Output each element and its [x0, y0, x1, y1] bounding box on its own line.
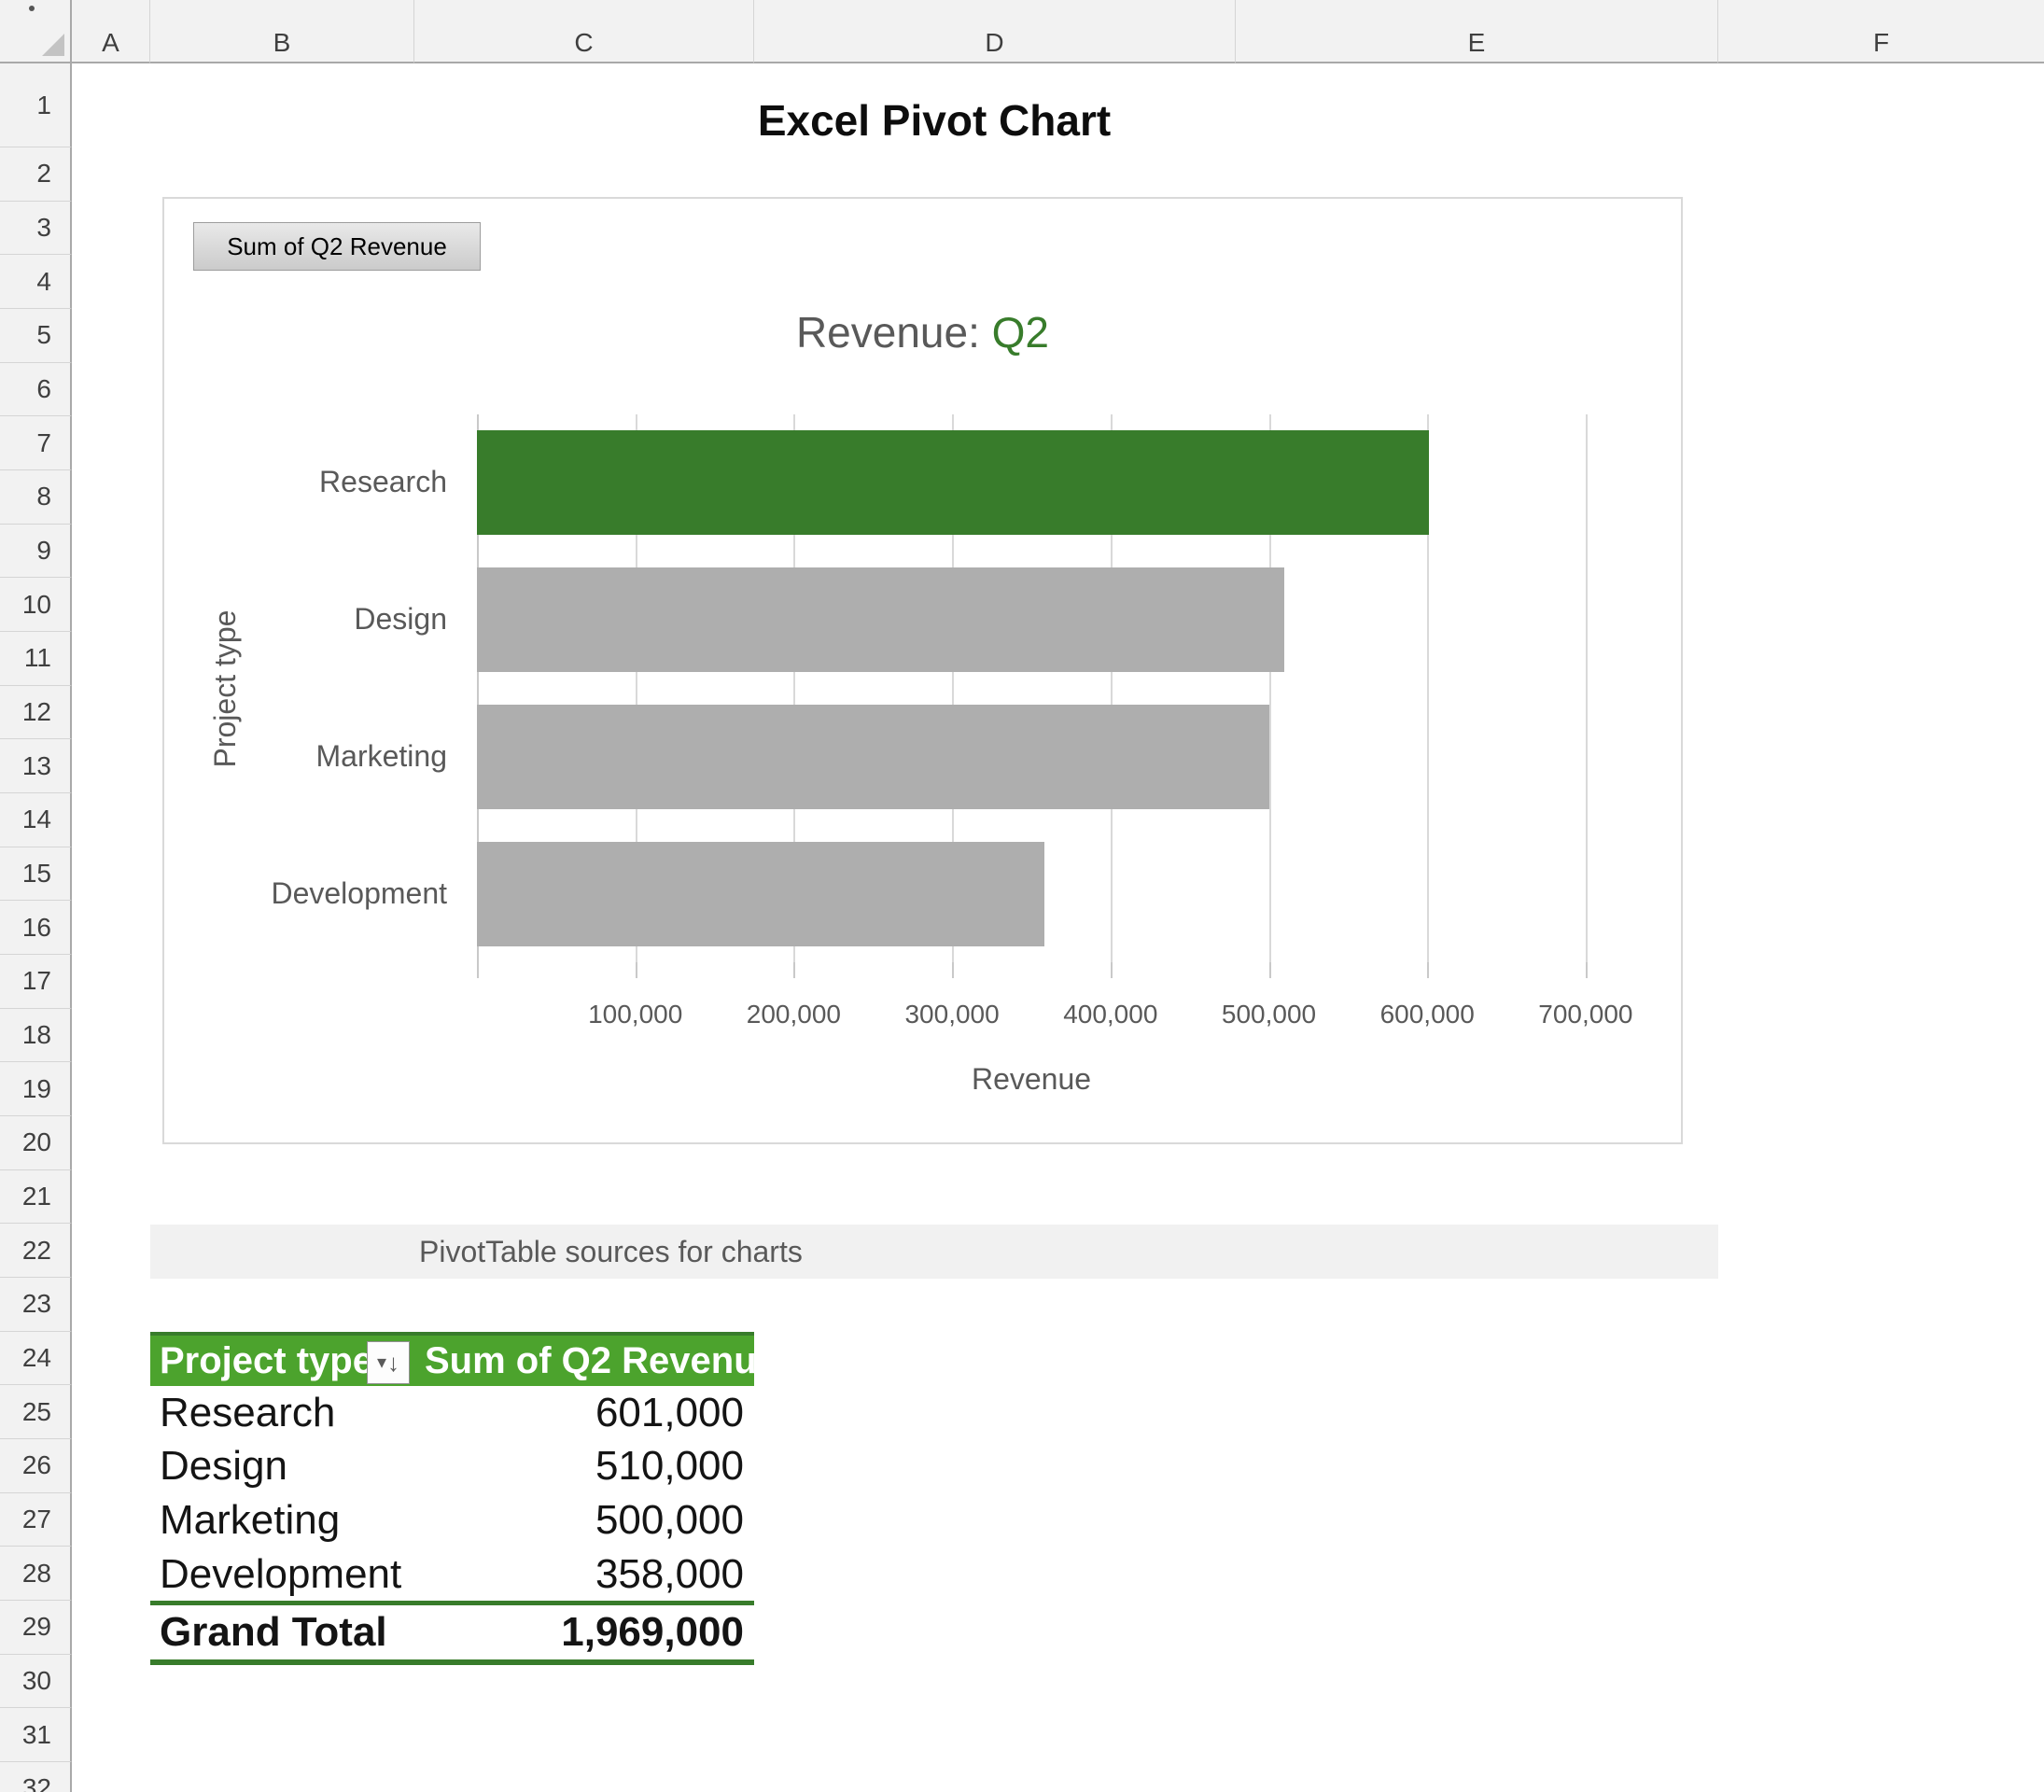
row-header-10[interactable]: 10 — [0, 578, 72, 633]
row-headers: 1 2 3 4 5 6 7 8 9 10 11 12 13 14 15 16 17 18 19 20 21 22 23 24 2… — [0, 63, 72, 1792]
axis-tick — [1110, 962, 1113, 978]
gridline-700000 — [1585, 414, 1588, 962]
pivot-table: Project type ▾ ↓ Sum of Q2 Revenue Resea… — [150, 1332, 777, 1665]
dropdown-icon: ▾ — [376, 1352, 387, 1373]
axis-tick — [1427, 962, 1430, 978]
row-header-19[interactable]: 19 — [0, 1062, 72, 1117]
category-label-research: Research — [319, 465, 447, 499]
axis-tick — [477, 962, 479, 978]
pivot-row-design[interactable]: Design 510,000 — [150, 1440, 754, 1494]
column-header-A[interactable]: A — [72, 0, 150, 63]
x-tick-label: 400,000 — [1063, 1000, 1158, 1029]
axis-tick — [1585, 962, 1588, 978]
pivot-row-value[interactable]: 358,000 — [414, 1551, 754, 1598]
pivot-row-label[interactable]: Development — [150, 1551, 414, 1598]
x-tick-label: 700,000 — [1538, 1000, 1633, 1029]
row-header-17[interactable]: 17 — [0, 955, 72, 1009]
select-all-corner[interactable] — [0, 0, 72, 63]
sort-descending-icon: ↓ — [387, 1349, 400, 1377]
x-tick-label: 600,000 — [1379, 1000, 1475, 1029]
row-header-12[interactable]: 12 — [0, 685, 72, 740]
sheet-title-cell[interactable]: Excel Pivot Chart — [150, 95, 1718, 151]
row-header-26[interactable]: 26 — [0, 1439, 72, 1493]
sort-descending-button[interactable]: ▾ ↓ — [367, 1341, 410, 1384]
row-header-13[interactable]: 13 — [0, 739, 72, 794]
row-header-18[interactable]: 18 — [0, 1008, 72, 1063]
column-header-F[interactable]: F — [1718, 0, 2044, 63]
stray-dot — [29, 6, 35, 11]
row-header-14[interactable]: 14 — [0, 793, 72, 847]
row-header-24[interactable]: 24 — [0, 1331, 72, 1386]
column-header-C[interactable]: C — [414, 0, 754, 63]
row-header-15[interactable]: 15 — [0, 847, 72, 902]
row-header-25[interactable]: 25 — [0, 1385, 72, 1440]
category-label-development: Development — [271, 875, 447, 910]
grand-total-value[interactable]: 1,969,000 — [414, 1609, 754, 1656]
plot-area[interactable]: 100,000 200,000 300,000 400,000 500,000 600,0… — [164, 199, 1681, 1142]
axis-tick — [1268, 962, 1271, 978]
pivot-row-marketing[interactable]: Marketing 500,000 — [150, 1493, 754, 1547]
row-header-27[interactable]: 27 — [0, 1492, 72, 1547]
row-header-9[interactable]: 9 — [0, 524, 72, 579]
bar-marketing[interactable] — [477, 704, 1269, 809]
column-header-E[interactable]: E — [1236, 0, 1718, 63]
pivot-header-project-type[interactable]: Project type — [150, 1340, 373, 1382]
row-header-8[interactable]: 8 — [0, 470, 72, 525]
pivot-sources-banner[interactable]: PivotTable sources for charts — [150, 1225, 1718, 1279]
bar-development[interactable] — [477, 841, 1044, 946]
x-tick-label: 300,000 — [904, 1000, 1000, 1029]
column-headers: ABCDEF — [0, 0, 2044, 63]
pivot-row-label[interactable]: Marketing — [150, 1497, 414, 1544]
spreadsheet: ABCDEF 1 2 3 4 5 6 7 8 9 10 11 12 13 14 15 16 17 18 19 20 21… — [0, 0, 2044, 1792]
x-tick-label: 500,000 — [1221, 1000, 1317, 1029]
row-header-7[interactable]: 7 — [0, 416, 72, 470]
select-all-triangle-icon — [42, 34, 64, 56]
bar-design[interactable] — [477, 567, 1285, 673]
row-header-31[interactable]: 31 — [0, 1708, 72, 1763]
axis-tick — [635, 962, 637, 978]
row-header-5[interactable]: 5 — [0, 309, 72, 363]
row-header-30[interactable]: 30 — [0, 1654, 72, 1709]
row-header-2[interactable]: 2 — [0, 147, 72, 202]
pivot-row-value[interactable]: 601,000 — [414, 1390, 754, 1436]
pivot-header-row: Project type ▾ ↓ Sum of Q2 Revenue — [150, 1332, 777, 1386]
row-header-16[interactable]: 16 — [0, 901, 72, 956]
row-header-11[interactable]: 11 — [0, 632, 72, 686]
row-header-21[interactable]: 21 — [0, 1169, 72, 1225]
axis-tick — [952, 962, 955, 978]
x-tick-label: 200,000 — [746, 1000, 841, 1029]
pivot-row-label[interactable]: Design — [150, 1443, 414, 1490]
row-header-3[interactable]: 3 — [0, 201, 72, 256]
row-header-6[interactable]: 6 — [0, 362, 72, 417]
row-header-20[interactable]: 20 — [0, 1116, 72, 1170]
row-header-4[interactable]: 4 — [0, 255, 72, 309]
row-header-28[interactable]: 28 — [0, 1547, 72, 1602]
row-header-23[interactable]: 23 — [0, 1278, 72, 1332]
pivot-row-development[interactable]: Development 358,000 — [150, 1547, 754, 1602]
row-header-22[interactable]: 22 — [0, 1224, 72, 1279]
pivot-chart[interactable]: Sum of Q2 Revenue Revenue: Q2 100,000 200… — [162, 197, 1683, 1144]
pivot-grand-total-row[interactable]: Grand Total 1,969,000 — [150, 1601, 754, 1665]
axis-tick — [793, 962, 796, 978]
pivot-row-label[interactable]: Research — [150, 1390, 414, 1436]
bar-research[interactable] — [477, 430, 1429, 536]
y-axis-title: Project type — [208, 609, 242, 768]
x-tick-label: 100,000 — [588, 1000, 683, 1029]
x-axis-title: Revenue — [971, 1062, 1092, 1096]
pivot-row-value[interactable]: 500,000 — [414, 1497, 754, 1544]
grand-total-label[interactable]: Grand Total — [150, 1609, 414, 1656]
row-header-1[interactable]: 1 — [0, 63, 72, 147]
pivot-row-value[interactable]: 510,000 — [414, 1443, 754, 1490]
pivot-header-sum-q2-revenue[interactable]: Sum of Q2 Revenue — [425, 1340, 777, 1382]
column-header-B[interactable]: B — [150, 0, 414, 63]
row-header-32[interactable]: 32 — [0, 1762, 72, 1792]
pivot-row-research[interactable]: Research 601,000 — [150, 1386, 754, 1440]
row-header-29[interactable]: 29 — [0, 1601, 72, 1655]
column-header-D[interactable]: D — [754, 0, 1236, 63]
